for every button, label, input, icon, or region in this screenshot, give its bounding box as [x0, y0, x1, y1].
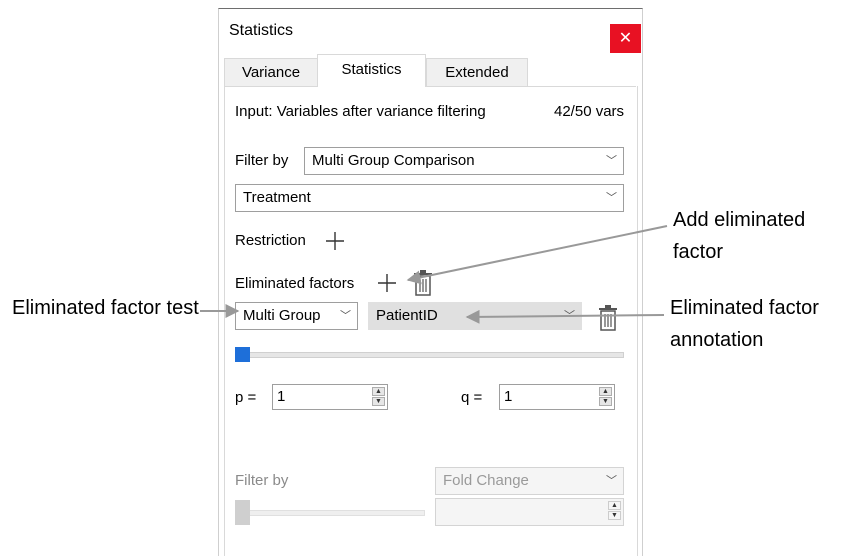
callout-factor-annotation: Eliminated factor annotation — [670, 297, 819, 351]
annotation-arrows — [200, 225, 668, 324]
callout-add-factor: Add eliminated factor — [673, 209, 806, 263]
factor-annotation-arrow — [465, 309, 665, 324]
add-factor-arrow — [406, 225, 668, 285]
callout-factor-test: Eliminated factor test — [12, 297, 199, 319]
